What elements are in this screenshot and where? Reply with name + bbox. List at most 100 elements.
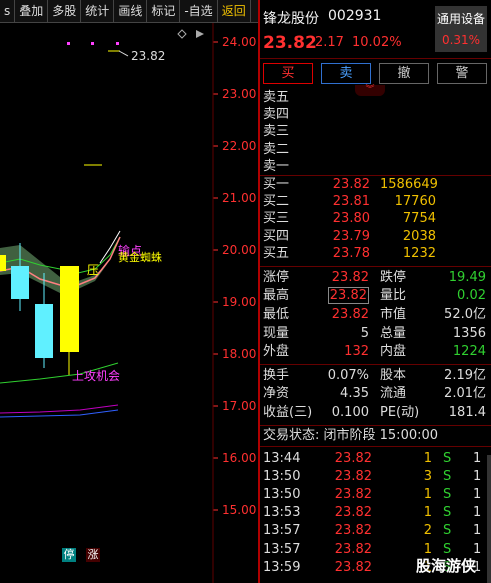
tick-count: 1 [473, 468, 482, 484]
bid-row[interactable]: 买三 23.80 7754 [260, 210, 491, 227]
stat-value: 0.02 [457, 288, 486, 304]
tick-time: 13:53 [263, 505, 301, 521]
bid-volume: 2038 [402, 228, 436, 244]
stat-label: 股本 [380, 367, 407, 383]
buy-button[interactable]: 买 [263, 63, 313, 84]
stat-row: 最低 23.82 市值 52.0亿 [260, 306, 491, 325]
bid-price: 23.78 [332, 245, 370, 261]
toolbar-item-draw-line[interactable]: 画线 [114, 0, 148, 22]
price-label: 21.00 [222, 191, 256, 205]
divider [260, 363, 491, 365]
tick-volume: 2 [423, 523, 432, 539]
toolbar-item-statistics[interactable]: 统计 [81, 0, 115, 22]
ask-row: 卖二 [260, 141, 491, 158]
toolbar-item-multi-stock[interactable]: 多股 [48, 0, 82, 22]
high-price-label: 23.82 [131, 49, 165, 63]
bid-row[interactable]: 买五 23.78 1232 [260, 245, 491, 262]
price-label: 15.00 [222, 503, 256, 517]
tick-time: 13:50 [263, 468, 301, 484]
bid-label: 买五 [263, 245, 290, 261]
stat-value: 5 [360, 325, 369, 341]
ask-label: 卖五 [263, 90, 290, 105]
stat-label: 外盘 [263, 344, 290, 360]
tick-row: 13:57 23.82 2 S 1 [260, 522, 491, 540]
stats-block-1: 涨停 23.82 跌停 19.49 最高 23.82 量比 0.02 最低 23.82 市值 52… [260, 269, 491, 362]
tick-time: 13:57 [263, 541, 301, 557]
bid-volume: 1232 [402, 245, 436, 261]
tick-volume: 1 [423, 450, 432, 466]
bid-label: 买三 [263, 211, 290, 227]
stat-value: 132 [344, 344, 369, 360]
bid-row[interactable]: 买四 23.79 2038 [260, 228, 491, 245]
bid-price: 23.79 [332, 228, 370, 244]
chart-grid [213, 41, 218, 511]
stock-name: 锋龙股份 [263, 11, 319, 27]
tick-price: 23.82 [334, 505, 372, 521]
tick-side: S [443, 523, 452, 539]
bid-price: 23.80 [332, 211, 370, 227]
stat-row: 外盘 132 内盘 1224 [260, 343, 491, 362]
toolbar-item-watchlist[interactable]: -自选 [180, 0, 218, 22]
tick-side: S [443, 505, 452, 521]
bid-book: 买一 23.82 1586649 买二 23.81 17760 买三 23.80 7754 … [260, 176, 491, 262]
cancel-button[interactable]: 撤 [379, 63, 429, 84]
bid-price: 23.81 [332, 194, 370, 210]
tick-row: 13:53 23.82 1 S 1 [260, 504, 491, 522]
stat-value: 1224 [452, 344, 486, 360]
stat-value: 23.82 [331, 307, 369, 323]
tick-scrollbar[interactable] [487, 455, 491, 583]
diamond-icon [177, 29, 187, 39]
alert-button[interactable]: 警 [437, 63, 487, 84]
ask-label: 卖一 [263, 158, 290, 174]
sector-box[interactable]: 通用设备 0.31% [435, 6, 487, 52]
toolbar-item-back[interactable]: 返回 [218, 0, 251, 22]
signal-dot [67, 42, 70, 45]
toolbar-item-overlay[interactable]: 叠加 [15, 0, 49, 22]
ask-row: 卖三 [260, 123, 491, 140]
quote-header: 锋龙股份 002931 23.82 2.17 10.02% 通用设备 0.31% [260, 0, 491, 59]
tick-time: 13:50 [263, 487, 301, 502]
tick-time: 13:59 [263, 559, 301, 575]
signal-dot [116, 42, 119, 45]
price-label: 18.00 [222, 347, 256, 361]
ask-book: 卖五 卖四 卖三 卖二 卖一 [260, 89, 491, 175]
stat-row: 换手 0.07% 股本 2.19亿 [260, 367, 491, 386]
chart-toolbar: s 叠加 多股 统计 画线 标记 -自选 返回 [0, 0, 258, 23]
sell-button[interactable]: 卖 [321, 63, 371, 84]
signal-dot [91, 42, 94, 45]
tick-side: S [443, 468, 452, 484]
bid-volume: 1586649 [380, 176, 438, 192]
tick-volume: 3 [423, 468, 432, 484]
stat-value: 52.0亿 [444, 307, 486, 323]
stat-value: 0.100 [331, 405, 369, 421]
tick-count: 1 [473, 487, 482, 502]
stat-value: 19.49 [448, 269, 486, 285]
stat-label: 总量 [380, 325, 407, 341]
stat-row: 现量 5 总量 1356 [260, 325, 491, 344]
price-label: 23.00 [222, 87, 256, 101]
tick-price: 23.82 [334, 559, 372, 575]
tick-price: 23.82 [334, 450, 372, 466]
stat-label: 市值 [380, 307, 407, 323]
price-label: 20.00 [222, 243, 256, 257]
price-label: 19.00 [222, 295, 256, 309]
bid-label: 买一 [263, 176, 290, 192]
bid-price: 23.82 [332, 176, 370, 192]
ma-line-magenta [0, 404, 119, 414]
toolbar-item-s[interactable]: s [0, 0, 16, 22]
bid-row[interactable]: 买一 23.82 1586649 [260, 176, 491, 193]
kline-chart[interactable]: 24.00 23.00 22.00 21.00 20.00 19.00 18.0… [0, 23, 258, 583]
price-change: 2.17 [315, 35, 344, 50]
quote-panel: 锋龙股份 002931 23.82 2.17 10.02% 通用设备 0.31%… [260, 0, 491, 583]
tick-row: 13:50 23.82 3 S 1 [260, 468, 491, 486]
trading-status: 交易状态: 闭市阶段 15:00:00 [260, 426, 491, 447]
stat-value: 23.82 [331, 269, 369, 285]
sector-change: 0.31% [441, 33, 481, 47]
bid-row[interactable]: 买二 23.81 17760 [260, 193, 491, 210]
ask-label: 卖四 [263, 107, 290, 123]
stat-row: 最高 23.82 量比 0.02 [260, 287, 491, 306]
stat-label: 内盘 [380, 344, 407, 360]
triangle-icon [196, 30, 204, 38]
stat-value: 181.4 [448, 405, 486, 421]
toolbar-item-mark[interactable]: 标记 [147, 0, 181, 22]
